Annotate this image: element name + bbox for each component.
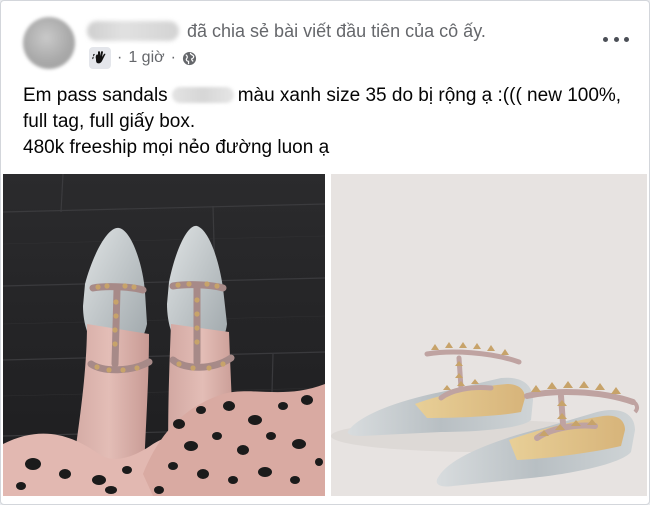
brand-name-blurred [171, 87, 234, 103]
author-name-blurred[interactable] [87, 21, 179, 41]
post-action-text: đã chia sẻ bài viết đầu tiên của cô ấy. [187, 21, 486, 41]
post-body-line-1: Em pass sandals màu xanh size 35 do bị rộ… [23, 83, 633, 109]
post-body-part-1: Em pass sandals [23, 85, 168, 106]
post-body-line-2: full tag, full giấy box. [23, 111, 196, 132]
separator-dot: · [117, 49, 123, 66]
author-avatar[interactable] [23, 17, 75, 69]
post-time[interactable]: 1 giờ [128, 49, 164, 67]
post-body: Em pass sandals màu xanh size 35 do bị rộ… [23, 83, 633, 161]
post-photo-worn-sandals[interactable] [3, 174, 325, 496]
new-member-wave-icon [89, 47, 111, 69]
more-options-icon[interactable] [603, 31, 629, 47]
post-meta: · 1 giờ · [89, 47, 197, 69]
post-photo-product-sandals[interactable] [331, 174, 647, 496]
post-body-line-3: 480k freeship mọi nẻo đường luon ạ [23, 137, 330, 158]
separator-dot-2: · [170, 49, 176, 66]
facebook-post: đã chia sẻ bài viết đầu tiên của cô ấy. … [0, 0, 650, 505]
post-body-part-2: màu xanh size 35 do bị rộng ạ :((( new 1… [237, 85, 622, 106]
globe-icon[interactable] [182, 51, 197, 66]
